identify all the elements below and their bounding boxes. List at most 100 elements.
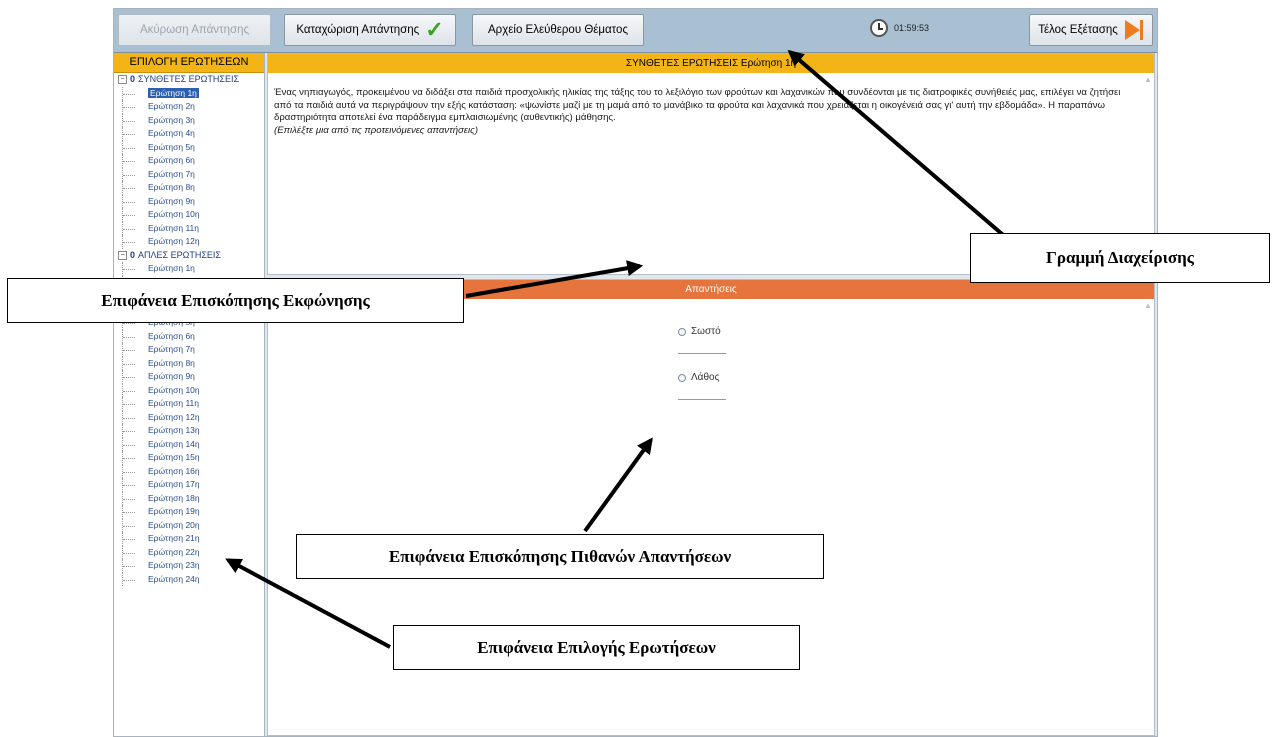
group-count: 0 [130,74,136,84]
question-tree-item[interactable]: Ερώτηση 6η [114,329,264,344]
submit-answer-button[interactable]: Καταχώριση Απάντησης ✓ [284,14,456,46]
question-tree-item[interactable]: Ερώτηση 19η [114,505,264,519]
exam-timer: 01:59:53 [870,19,929,37]
question-tree-item-label: Ερώτηση 13η [148,425,200,435]
answer-option-true[interactable]: Σωστό [678,326,721,337]
question-tree-item[interactable]: Ερώτηση 4η [114,127,264,141]
question-tree-item-label: Ερώτηση 9η [148,371,195,381]
question-tree-item-label: Ερώτηση 7η [148,168,195,179]
end-exam-button[interactable]: Τέλος Εξέτασης [1029,14,1153,46]
question-tree-item-label: Ερώτηση 24η [148,573,200,584]
open-free-topic-file-label: Αρχείο Ελεύθερου Θέματος [488,24,628,36]
question-tree-item[interactable]: Ερώτηση 13η [114,424,264,438]
question-tree-item-label: Ερώτηση 9η [148,195,195,206]
undo-answer-button[interactable]: Ακύρωση Απάντησης [118,14,271,46]
question-tree-item[interactable]: Ερώτηση 9η [114,194,264,209]
group-label: ΣΥΝΘΕΤΕΣ ΕΡΩΤΗΣΕΙΣ [138,74,240,84]
question-tree-item-label: Ερώτηση 18η [148,492,200,503]
question-tree-item[interactable]: Ερώτηση 18η [114,491,264,506]
question-tree: −0 ΣΥΝΘΕΤΕΣ ΕΡΩΤΗΣΕΙΣ Ερώτηση 1η Ερώτηση 2η… [114,73,264,586]
question-tree-item-label: Ερώτηση 16η [148,465,200,476]
question-tree-item[interactable]: Ερώτηση 7η [114,343,264,357]
question-tree-item[interactable]: Ερώτηση 7η [114,167,264,182]
radio-button[interactable] [678,327,686,336]
group-label: ΑΠΛΕΣ ΕΡΩΤΗΣΕΙΣ [138,249,221,260]
management-toolbar: Ακύρωση Απάντησης Καταχώριση Απάντησης ✓… [114,9,1157,53]
question-tree-item-label: Ερώτηση 5η [148,141,195,152]
clock-icon [870,19,888,37]
question-tree-item-label: Ερώτηση 3η [148,114,195,125]
question-title: ΣΥΝΘΕΤΕΣ ΕΡΩΤΗΣΕΙΣ Ερώτηση 1η [268,54,1154,73]
question-tree-item[interactable]: Ερώτηση 16η [114,464,264,479]
callout-question-select: Επιφάνεια Επιλογής Ερωτήσεων [393,625,800,670]
question-tree-item-label: Ερώτηση 23η [148,560,200,570]
question-tree-item[interactable]: Ερώτηση 17η [114,478,264,492]
answer-option-label: Σωστό [691,326,721,337]
question-tree-item-label: Ερώτηση 15η [148,452,200,462]
question-tree-item[interactable]: Ερώτηση 15η [114,451,264,465]
question-tree-item-label: Ερώτηση 2η [148,101,195,111]
question-tree-item[interactable]: Ερώτηση 9η [114,370,264,384]
scroll-up-arrow-icon[interactable]: ▲ [1144,76,1152,84]
answers-scrollbar[interactable]: ▲ [1144,302,1152,322]
question-tree-item-label: Ερώτηση 12η [148,236,200,246]
question-tree-item-label: Ερώτηση 17η [148,479,200,489]
question-tree-item[interactable]: Ερώτηση 24η [114,572,264,587]
question-tree-item-label: Ερώτηση 20η [148,519,200,530]
timer-value: 01:59:53 [894,23,930,33]
scroll-up-arrow-icon[interactable]: ▲ [1144,302,1152,310]
question-text: Ένας νηπιαγωγός, προκειμένου να διδάξει … [274,87,1121,123]
question-tree-item[interactable]: Ερώτηση 20η [114,518,264,533]
question-tree-item-label: Ερώτηση 6η [148,155,195,165]
option-divider [678,399,726,400]
question-tree-item[interactable]: Ερώτηση 22η [114,545,264,560]
question-tree-item-label: Ερώτηση 1η [148,87,199,98]
question-tree-item[interactable]: Ερώτηση 10η [114,208,264,222]
question-tree-item-label: Ερώτηση 22η [148,546,200,557]
question-tree-item[interactable]: Ερώτηση 12η [114,235,264,249]
undo-answer-label: Ακύρωση Απάντησης [139,24,250,36]
question-body: Ένας νηπιαγωγός, προκειμένου να διδάξει … [268,73,1154,137]
question-selection-panel: ΕΠΙΛΟΓΗ ΕΡΩΤΗΣΕΩΝ −0 ΣΥΝΘΕΤΕΣ ΕΡΩΤΗΣΕΙΣ Ερ… [114,53,265,736]
question-tree-item-label: Ερώτηση 11η [148,222,199,233]
callout-statement-view: Επιφάνεια Επισκόπησης Εκφώνησης [7,278,464,323]
question-selection-header: ΕΠΙΛΟΓΗ ΕΡΩΤΗΣΕΩΝ [114,53,264,73]
callout-answers-view: Επιφάνεια Επισκόπησης Πιθανών Απαντήσεων [296,534,824,579]
question-tree-item-label: Ερώτηση 1η [148,263,195,273]
skip-to-end-icon [1124,19,1144,41]
question-tree-item[interactable]: Ερώτηση 23η [114,559,264,573]
question-tree-item[interactable]: Ερώτηση 1η [114,262,264,276]
answer-option-false[interactable]: Λάθος [678,372,719,383]
question-tree-item-label: Ερώτηση 14η [148,438,200,449]
question-tree-item[interactable]: Ερώτηση 5η [114,140,264,155]
collapse-toggle-icon[interactable]: − [118,250,127,260]
question-tree-item-label: Ερώτηση 21η [148,533,200,543]
question-tree-item[interactable]: Ερώτηση 1η [114,86,264,101]
question-tree-item[interactable]: Ερώτηση 11η [114,397,264,411]
question-tree-item[interactable]: Ερώτηση 12η [114,410,264,425]
question-tree-item-label: Ερώτηση 10η [148,209,200,219]
question-tree-item[interactable]: Ερώτηση 3η [114,113,264,128]
question-tree-item[interactable]: Ερώτηση 21η [114,532,264,546]
question-tree-item[interactable]: Ερώτηση 8η [114,181,264,195]
answer-option-label: Λάθος [691,372,720,383]
question-hint: (Επιλέξτε μια από τις προτεινόμενες απαν… [274,124,479,136]
question-group[interactable]: −0 ΑΠΛΕΣ ΕΡΩΤΗΣΕΙΣ [114,249,264,263]
open-free-topic-file-button[interactable]: Αρχείο Ελεύθερου Θέματος [472,14,644,46]
question-tree-item-label: Ερώτηση 7η [148,344,195,354]
question-tree-item[interactable]: Ερώτηση 11η [114,221,264,236]
question-tree-item-label: Ερώτηση 4η [148,128,195,138]
question-tree-item-label: Ερώτηση 8η [148,357,195,368]
question-tree-item-label: Ερώτηση 11η [148,398,199,408]
question-tree-item[interactable]: Ερώτηση 14η [114,437,264,452]
question-group[interactable]: −0 ΣΥΝΘΕΤΕΣ ΕΡΩΤΗΣΕΙΣ [114,73,264,87]
question-tree-item[interactable]: Ερώτηση 2η [114,100,264,114]
question-tree-item[interactable]: Ερώτηση 8η [114,356,264,371]
question-tree-item[interactable]: Ερώτηση 6η [114,154,264,168]
question-tree-item[interactable]: Ερώτηση 10η [114,383,264,398]
collapse-toggle-icon[interactable]: − [118,75,127,85]
option-divider [678,353,726,354]
radio-button[interactable] [678,373,686,382]
end-exam-label: Τέλος Εξέτασης [1038,24,1118,36]
checkmark-icon: ✓ [425,17,444,42]
